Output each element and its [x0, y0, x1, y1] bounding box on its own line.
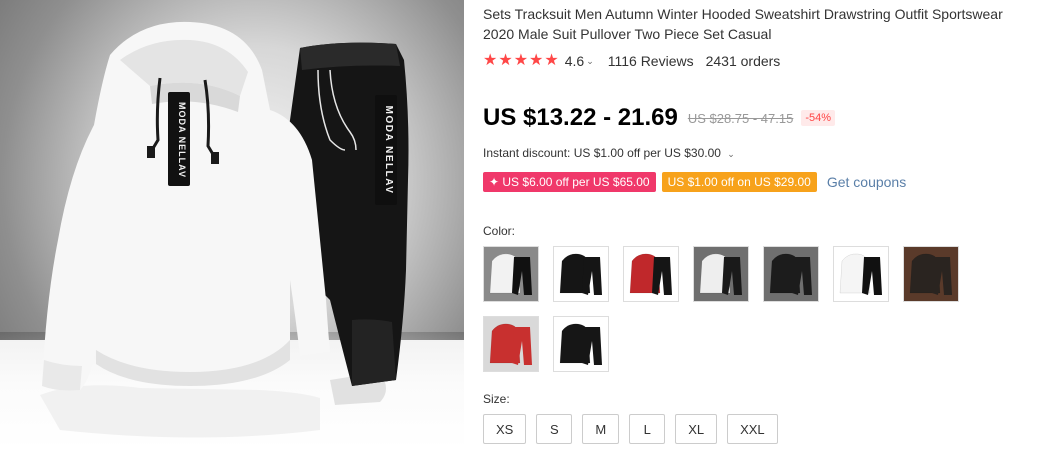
star-icon: ★ [544, 52, 559, 69]
coupon-badge[interactable]: ✦ US $6.00 off per US $65.00 [483, 172, 656, 192]
pants-print-text: MODA NELLAV [383, 106, 394, 195]
size-option[interactable]: XL [675, 414, 718, 444]
color-swatch-black[interactable] [553, 246, 609, 302]
orders-count: 2431 orders [705, 53, 781, 69]
current-price: US $13.22 - 21.69 [483, 104, 678, 131]
color-swatch-black-white-stripe[interactable] [553, 316, 609, 372]
star-icon: ★ [483, 52, 498, 69]
chevron-down-icon[interactable]: ⌄ [586, 56, 594, 67]
size-option[interactable]: S [536, 414, 573, 444]
chevron-down-icon: ⌄ [727, 149, 735, 159]
color-swatch-white[interactable] [833, 246, 889, 302]
coupon-badge[interactable]: US $1.00 off on US $29.00 [661, 172, 817, 192]
product-main-image[interactable]: MODA NELLAV MODA NELLAV [0, 0, 464, 450]
get-coupons-link[interactable]: Get coupons [827, 174, 906, 190]
color-swatch-white-black[interactable] [483, 246, 539, 302]
size-option[interactable]: M [582, 414, 620, 444]
color-label: Color: [483, 224, 516, 238]
reviews-link[interactable]: 1116 Reviews [608, 53, 694, 69]
hoodie-print-text: MODA NELLAV [177, 102, 187, 178]
star-icon: ★ [498, 52, 513, 69]
original-price: US $28.75 - 47.15 [687, 110, 794, 126]
color-swatch-white-black-block[interactable] [693, 246, 749, 302]
price-row: US $13.22 - 21.69 US $28.75 - 47.15 -54% [483, 104, 836, 132]
instant-discount-text: Instant discount: US $1.00 off per US $3… [483, 146, 721, 160]
coupon-row: ✦ US $6.00 off per US $65.00 US $1.00 of… [483, 172, 906, 192]
rating-row: ★ ★ ★ ★ ★ 4.6 ⌄ 1116 Reviews 2431 orders [483, 52, 780, 70]
size-label: Size: [483, 392, 510, 406]
rating-value[interactable]: 4.6 [565, 53, 584, 69]
color-swatch-red-grey[interactable] [483, 316, 539, 372]
star-icon: ★ [529, 52, 544, 69]
color-swatch-black-white-block[interactable] [763, 246, 819, 302]
hoodie-shape: MODA NELLAV [42, 21, 330, 391]
instant-discount[interactable]: Instant discount: US $1.00 off per US $3… [483, 146, 735, 160]
size-option[interactable]: XS [483, 414, 527, 444]
color-swatch-red-black[interactable] [623, 246, 679, 302]
rating-stars: ★ ★ ★ ★ ★ [483, 53, 559, 69]
size-options: XS S M L XL XXL [483, 414, 778, 444]
color-swatch-dark-brown[interactable] [903, 246, 959, 302]
discount-badge: -54% [801, 110, 836, 126]
tracksuit-illustration: MODA NELLAV MODA NELLAV [40, 21, 409, 438]
star-icon: ★ [513, 52, 529, 69]
product-title: Sets Tracksuit Men Autumn Winter Hooded … [483, 6, 1003, 42]
size-option[interactable]: L [629, 414, 666, 444]
size-option[interactable]: XXL [727, 414, 778, 444]
